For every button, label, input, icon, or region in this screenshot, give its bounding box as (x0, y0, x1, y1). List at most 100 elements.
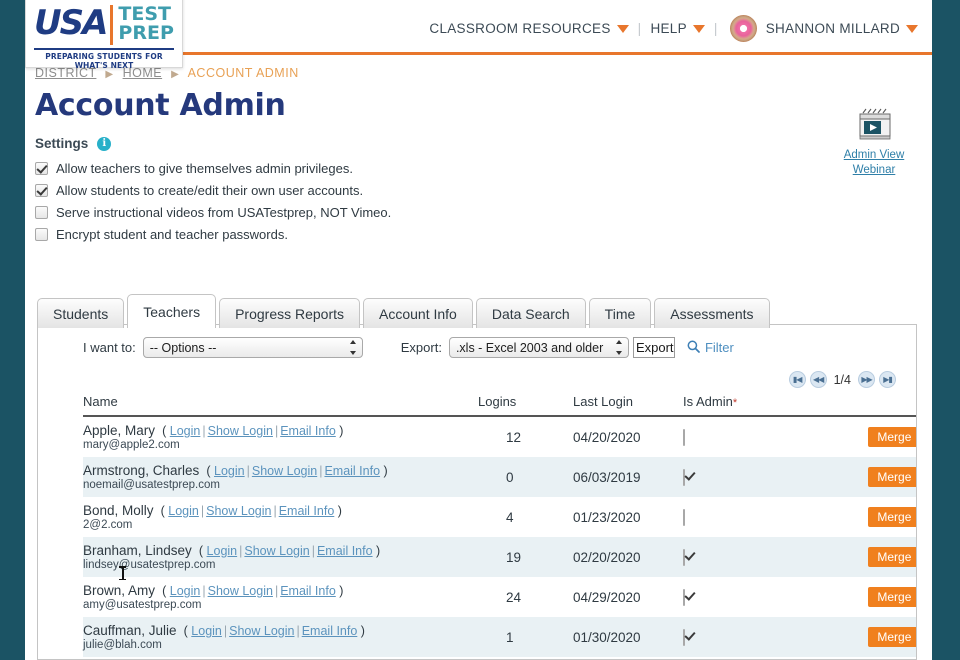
tab-progress-reports[interactable]: Progress Reports (219, 298, 361, 328)
pagination-next-button[interactable]: ▶▶ (858, 371, 875, 388)
nav-user-menu[interactable]: SHANNON MILLARD (766, 21, 918, 36)
webinar-link-line2[interactable]: Webinar (831, 163, 917, 178)
table-header-row: Name Logins Last Login Is Admin* (83, 394, 916, 417)
show-login-link[interactable]: Show Login (208, 424, 273, 438)
table-row[interactable]: Armstrong, Charles ( Login | Show Login | Em… (83, 457, 916, 497)
paren-close: ) (334, 504, 342, 518)
email-info-link[interactable]: Email Info (279, 504, 335, 518)
login-link[interactable]: Login (191, 624, 222, 638)
merge-button[interactable]: Merge (868, 547, 916, 567)
cell-name: Brown, Amy ( Login | Show Login | Email Info… (83, 577, 478, 617)
nav-divider: | (637, 21, 642, 36)
cell-actions: Merge (819, 457, 916, 497)
login-link[interactable]: Login (168, 504, 199, 518)
paren-open: ( (202, 464, 215, 478)
nav-classroom-resources[interactable]: CLASSROOM RESOURCES (429, 21, 629, 36)
export-format-select[interactable]: .xls - Excel 2003 and older (448, 337, 629, 358)
options-select-wrapper: -- Options -- (142, 337, 363, 358)
merge-button[interactable]: Merge (868, 627, 916, 647)
tab-teachers[interactable]: Teachers (127, 294, 217, 328)
info-icon[interactable]: i (97, 136, 112, 151)
setting-row[interactable]: Encrypt student and teacher passwords. (35, 227, 932, 242)
page-root: USA TEST PREP PREPARING STUDENTS FOR WHA… (0, 0, 960, 660)
login-link[interactable]: Login (207, 544, 238, 558)
setting-row[interactable]: Allow students to create/edit their own … (35, 183, 932, 198)
setting-checkbox-teacher-admin[interactable] (35, 162, 48, 175)
cell-is-admin (683, 457, 819, 497)
pagination-first-button[interactable]: ▮◀ (788, 371, 806, 388)
merge-button[interactable]: Merge (868, 587, 916, 607)
table-row[interactable]: Bond, Molly ( Login | Show Login | Email Inf… (83, 497, 916, 537)
usatestprep-logo[interactable]: USA TEST PREP PREPARING STUDENTS FOR WHA… (25, 0, 183, 70)
show-login-link[interactable]: Show Login (229, 624, 294, 638)
webinar-link-line1[interactable]: Admin View (831, 148, 917, 163)
setting-row[interactable]: Serve instructional videos from USATestp… (35, 205, 932, 220)
tab-assessments[interactable]: Assessments (654, 298, 770, 328)
is-admin-checkbox[interactable] (683, 468, 685, 486)
panel-toolbar: I want to: -- Options -- Export: .xls - … (38, 325, 916, 358)
options-select[interactable]: -- Options -- (142, 337, 363, 358)
setting-checkbox-serve-videos[interactable] (35, 206, 48, 219)
cell-actions: Merge (819, 617, 916, 657)
admin-view-webinar-widget[interactable]: Admin View Webinar (831, 108, 917, 178)
teacher-name: Brown, Amy (83, 583, 156, 598)
merge-button[interactable]: Merge (868, 507, 916, 527)
setting-checkbox-encrypt-passwords[interactable] (35, 228, 48, 241)
search-icon (687, 340, 700, 356)
is-admin-checkbox[interactable] (683, 548, 685, 566)
pagination-prev-button[interactable]: ◀◀ (809, 371, 827, 388)
column-header-name[interactable]: Name (83, 394, 478, 417)
setting-checkbox-student-accounts[interactable] (35, 184, 48, 197)
cell-is-admin (683, 497, 819, 537)
link-separator: | (319, 464, 323, 478)
tab-data-search[interactable]: Data Search (475, 298, 586, 328)
login-link[interactable]: Login (170, 424, 201, 438)
is-admin-checkbox[interactable] (683, 628, 685, 646)
cell-actions: Merge (819, 416, 916, 457)
merge-button[interactable]: Merge (868, 467, 916, 487)
paren-open: ( (158, 424, 170, 438)
login-link[interactable]: Login (170, 584, 201, 598)
pagination-last-button[interactable]: ▶▮ (879, 371, 896, 388)
cell-logins: 24 (506, 589, 522, 605)
table-row[interactable]: Branham, Lindsey ( Login | Show Login | Emai… (83, 537, 916, 577)
show-login-link[interactable]: Show Login (206, 504, 271, 518)
cell-last-login: 01/30/2020 (573, 617, 683, 657)
tab-time[interactable]: Time (588, 298, 652, 328)
export-button[interactable]: Export (632, 337, 675, 358)
email-info-link[interactable]: Email Info (280, 424, 336, 438)
setting-row[interactable]: Allow teachers to give themselves admin … (35, 161, 932, 176)
email-info-link[interactable]: Email Info (280, 584, 336, 598)
table-row[interactable]: Brown, Amy ( Login | Show Login | Email Info… (83, 577, 916, 617)
column-header-is-admin[interactable]: Is Admin* (683, 394, 819, 417)
logo-tagline: PREPARING STUDENTS FOR WHAT'S NEXT (34, 48, 174, 70)
paren-open: ( (195, 544, 207, 558)
table-row[interactable]: Apple, Mary ( Login | Show Login | Email Inf… (83, 416, 916, 457)
merge-button[interactable]: Merge (868, 427, 916, 447)
is-admin-checkbox[interactable] (683, 588, 685, 606)
tab-label: Data Search (491, 305, 570, 322)
tab-label: Time (604, 305, 636, 322)
column-header-last-login[interactable]: Last Login (573, 394, 683, 417)
show-login-link[interactable]: Show Login (208, 584, 273, 598)
tab-students[interactable]: Students (37, 298, 125, 328)
email-info-link[interactable]: Email Info (302, 624, 358, 638)
filter-link[interactable]: Filter (687, 340, 734, 356)
column-header-logins[interactable]: Logins (478, 394, 573, 417)
show-login-link[interactable]: Show Login (244, 544, 309, 558)
link-separator: | (274, 584, 279, 598)
is-admin-checkbox[interactable] (683, 428, 685, 446)
link-separator: | (202, 424, 206, 438)
cell-actions: Merge (819, 497, 916, 537)
email-info-link[interactable]: Email Info (317, 544, 373, 558)
avatar[interactable] (729, 15, 757, 42)
login-link[interactable]: Login (214, 464, 245, 478)
logo-testprep-text: TEST PREP (118, 5, 173, 43)
table-row[interactable]: Cauffman, Julie ( Login | Show Login | Email… (83, 617, 916, 657)
is-admin-checkbox[interactable] (683, 508, 685, 526)
show-login-link[interactable]: Show Login (252, 464, 317, 478)
email-info-link[interactable]: Email Info (324, 464, 380, 478)
tab-label: Account Info (379, 305, 457, 322)
tab-account-info[interactable]: Account Info (363, 298, 473, 328)
nav-help[interactable]: HELP (650, 21, 705, 36)
